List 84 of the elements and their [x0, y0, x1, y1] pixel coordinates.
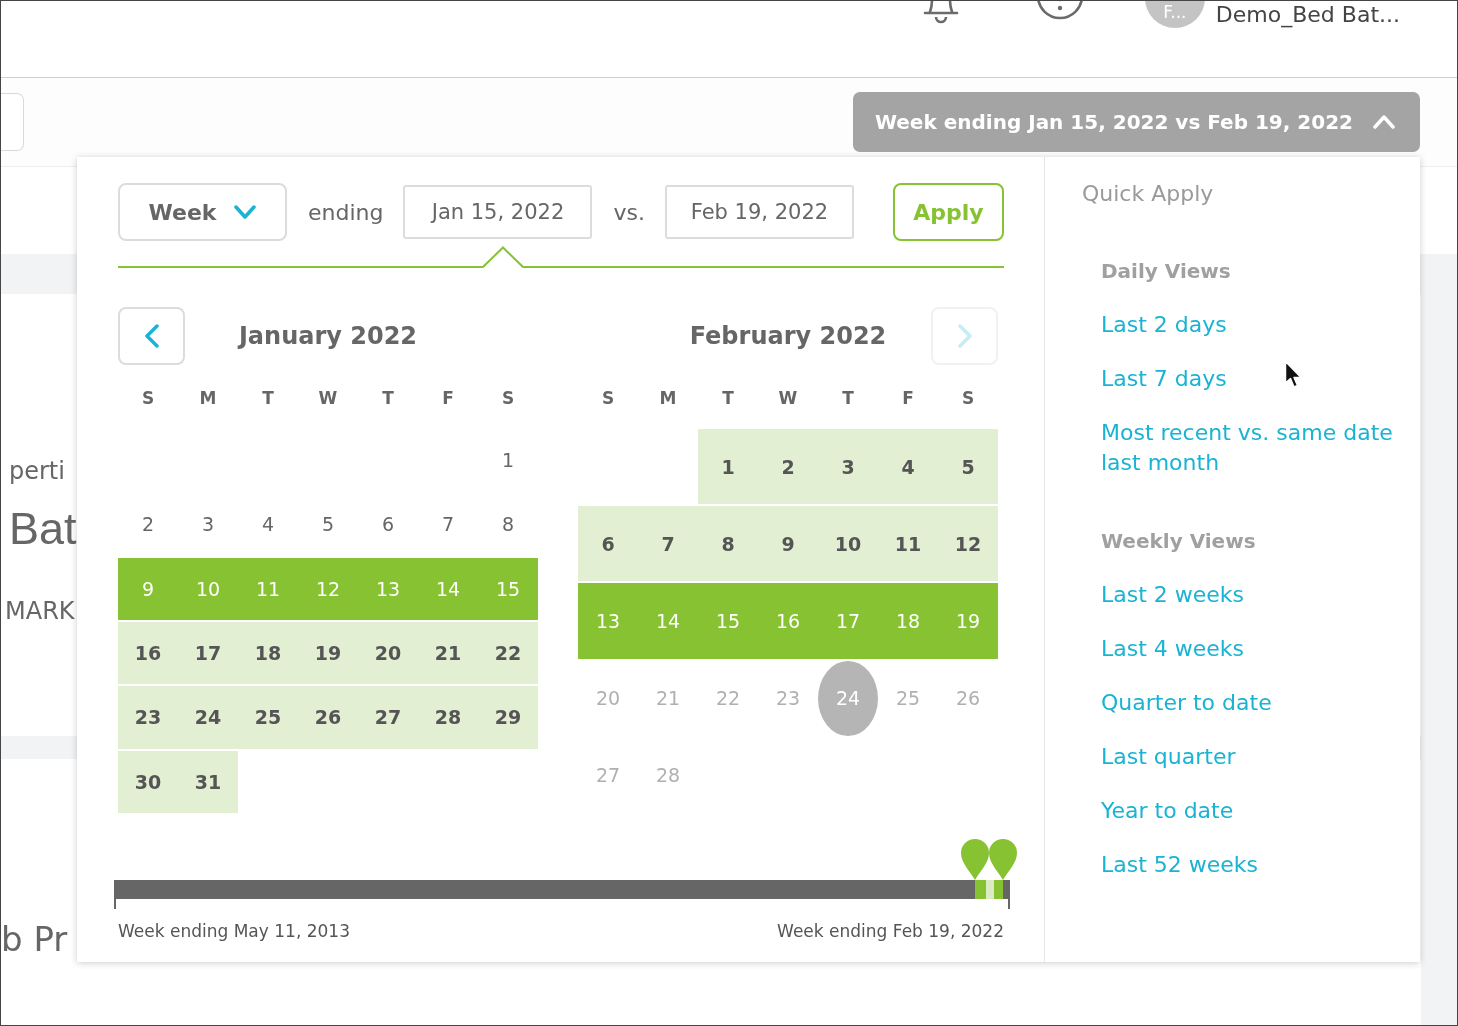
calendar-day[interactable]: 10 — [818, 506, 878, 582]
timeline-start-label: Week ending May 11, 2013 — [118, 920, 350, 943]
calendar-day[interactable]: 3 — [818, 429, 878, 505]
period-dropdown[interactable]: Week — [118, 183, 287, 241]
ending-label: ending — [308, 199, 384, 225]
calendar-day[interactable]: 1 — [478, 429, 538, 492]
calendar-day[interactable]: 17 — [178, 622, 238, 685]
calendar-day: 23 — [758, 660, 818, 736]
calendar-day[interactable]: 3 — [178, 493, 238, 556]
calendar-day[interactable]: 9 — [758, 506, 818, 582]
calendar-day[interactable]: 27 — [358, 686, 418, 749]
field-label: perti — [9, 456, 65, 487]
calendar-day[interactable]: 19 — [298, 622, 358, 685]
calendar-day: 27 — [578, 737, 638, 813]
calendar-day[interactable]: 16 — [118, 622, 178, 685]
user-name[interactable]: Demo_Bed Bat... — [1215, 2, 1400, 28]
calendar-day: 24 — [818, 660, 878, 736]
month-title: February 2022 — [689, 322, 887, 350]
weekday-label: M — [659, 388, 677, 408]
page-title: Bat — [9, 502, 77, 556]
weekday-label: M — [199, 388, 217, 408]
calendar-day: 26 — [938, 660, 998, 736]
calendar-day[interactable]: 25 — [238, 686, 298, 749]
calendar-day: 21 — [638, 660, 698, 736]
page-title: b Pr — [1, 918, 68, 961]
calendar-day[interactable]: 5 — [298, 493, 358, 556]
previous-month-button[interactable] — [118, 307, 185, 365]
weekday-label: S — [601, 388, 615, 408]
calendar-day[interactable]: 26 — [298, 686, 358, 749]
group-heading: Weekly Views — [1101, 528, 1256, 555]
calendar-day[interactable]: 31 — [178, 750, 238, 813]
vs-label: vs. — [613, 199, 645, 225]
weekday-label: S — [141, 388, 155, 408]
field-label: MARK — [5, 596, 75, 627]
slider-handle[interactable] — [987, 838, 1018, 880]
calendar-day[interactable]: 28 — [418, 686, 478, 749]
weekday-label: T — [842, 388, 854, 408]
chevron-right-icon — [957, 324, 972, 348]
calendar-day[interactable]: 24 — [178, 686, 238, 749]
calendar-day[interactable]: 21 — [418, 622, 478, 685]
weekday-label: S — [501, 388, 515, 408]
calendar-day: 28 — [638, 737, 698, 813]
calendar-day[interactable]: 6 — [358, 493, 418, 556]
panel-title: Quick Apply — [1082, 180, 1214, 208]
weekday-label: W — [778, 388, 798, 408]
input-field[interactable] — [1, 93, 24, 151]
weekday-label: T — [262, 388, 274, 408]
calendar-day: 25 — [878, 660, 938, 736]
calendar-day[interactable]: 29 — [478, 686, 538, 749]
weekday-label: F — [442, 388, 454, 408]
month-title: January 2022 — [238, 322, 418, 350]
slider-handle[interactable] — [960, 838, 991, 880]
calendar-day[interactable]: 8 — [478, 493, 538, 556]
weekday-label: T — [722, 388, 734, 408]
calendar-day[interactable]: 7 — [418, 493, 478, 556]
weekday-label: S — [961, 388, 975, 408]
calendar-day[interactable]: 2 — [758, 429, 818, 505]
calendar-day[interactable]: 5 — [938, 429, 998, 505]
group-heading: Daily Views — [1101, 258, 1231, 285]
calendar-day[interactable]: 4 — [238, 493, 298, 556]
calendar-day: 20 — [578, 660, 638, 736]
calendar-day[interactable]: 23 — [118, 686, 178, 749]
chevron-up-icon — [1373, 115, 1395, 129]
calendar-day[interactable]: 7 — [638, 506, 698, 582]
calendar-day[interactable]: 11 — [878, 506, 938, 582]
calendar-day[interactable]: 2 — [118, 493, 178, 556]
date-field[interactable]: Feb 19, 2022 — [664, 185, 854, 239]
calendar-day[interactable]: 1 — [698, 429, 758, 505]
calendar-day: 22 — [698, 660, 758, 736]
calendar-day[interactable]: 4 — [878, 429, 938, 505]
calendar-day[interactable]: 18 — [238, 622, 298, 685]
weekday-label: W — [318, 388, 338, 408]
chevron-down-icon — [234, 205, 257, 219]
calendar-day[interactable]: 30 — [118, 750, 178, 813]
weekday-label: T — [382, 388, 394, 408]
calendar-day[interactable]: 20 — [358, 622, 418, 685]
calendar-day[interactable]: 12 — [938, 506, 998, 582]
weekday-label: F — [902, 388, 914, 408]
calendar-day[interactable]: 8 — [698, 506, 758, 582]
date-field[interactable]: Jan 15, 2022 — [403, 185, 593, 239]
chevron-left-icon — [144, 324, 159, 348]
calendar-day[interactable]: 22 — [478, 622, 538, 685]
calendar-day[interactable]: 6 — [578, 506, 638, 582]
timeline-end-label: Week ending Feb 19, 2022 — [777, 920, 1004, 943]
